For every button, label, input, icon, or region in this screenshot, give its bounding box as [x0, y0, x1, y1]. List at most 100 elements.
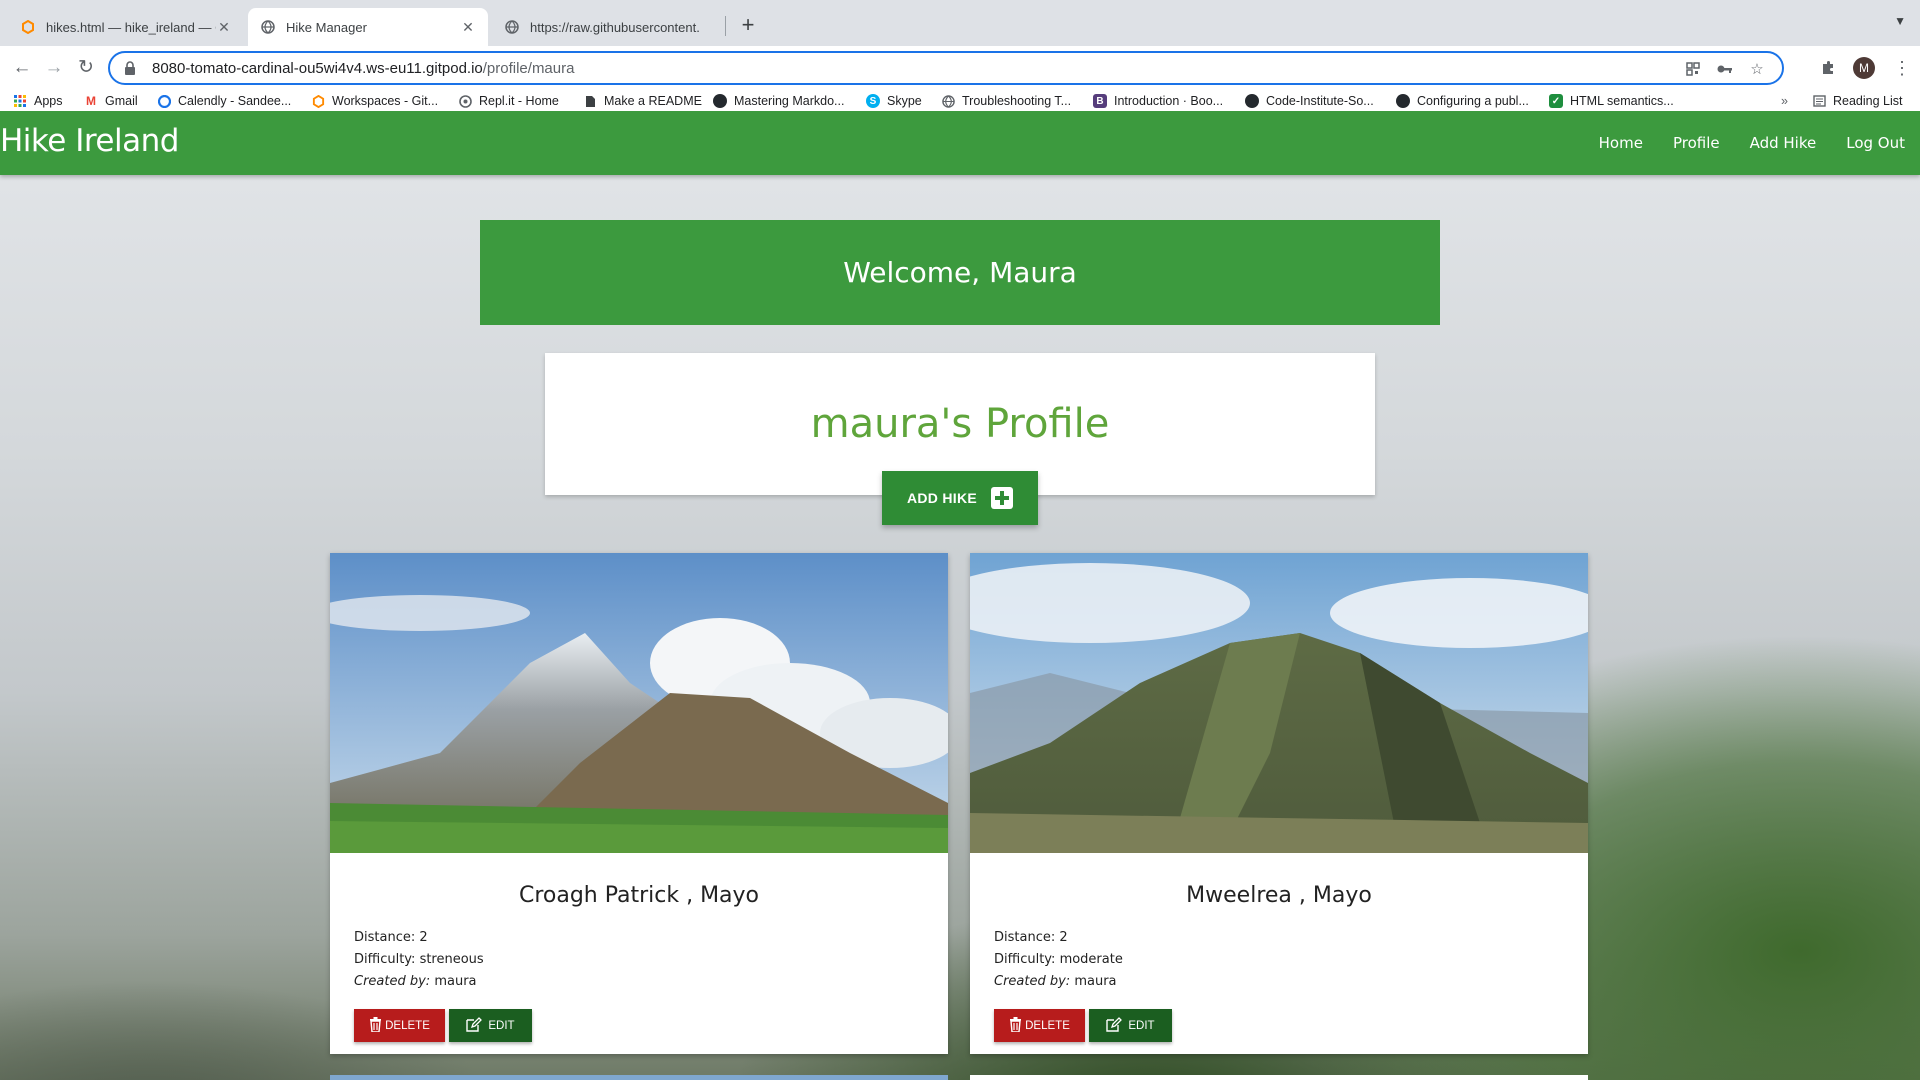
bookmark-label: Skype [887, 94, 922, 108]
back-button[interactable]: ← [8, 54, 36, 82]
hike-image-mweelrea [970, 553, 1588, 853]
bookmark-make-readme[interactable]: Make a README [583, 92, 702, 110]
new-tab-button[interactable]: + [735, 12, 761, 38]
distance-label: Distance: [994, 930, 1056, 945]
hike-image-croagh-patrick [330, 553, 948, 853]
gitpod-icon [311, 94, 325, 108]
bookmark-code-institute[interactable]: Code-Institute-So... [1245, 92, 1374, 110]
address-bar[interactable]: 8080-tomato-cardinal-ou5wi4v4.ws-eu11.gi… [108, 51, 1784, 85]
gitpod-icon [20, 19, 36, 35]
bookmark-label: Make a README [604, 94, 702, 108]
globe-icon [260, 19, 276, 35]
document-icon [583, 94, 597, 108]
bookmark-label: Mastering Markdo... [734, 94, 845, 108]
created-by-value: maura [434, 974, 477, 989]
close-icon[interactable]: ✕ [460, 19, 476, 35]
edit-button[interactable]: EDIT [449, 1009, 532, 1042]
page-viewport: Hike Ireland Home Profile Add Hike Log O… [0, 111, 1920, 1080]
reading-list-label: Reading List [1833, 94, 1903, 108]
plus-box-icon [991, 487, 1014, 509]
lock-icon[interactable] [124, 61, 138, 75]
add-hike-button[interactable]: ADD HIKE [882, 471, 1038, 525]
browser-toolbar: ← → ↻ 8080-tomato-cardinal-ou5wi4v4.ws-e… [0, 46, 1920, 90]
github-icon [713, 94, 727, 108]
bookmark-label: Troubleshooting T... [962, 94, 1072, 108]
edit-icon [466, 1016, 483, 1035]
distance-label: Distance: [354, 930, 416, 945]
bookmark-workspaces[interactable]: Workspaces - Git... [311, 92, 438, 110]
nav-home[interactable]: Home [1599, 134, 1643, 152]
hike-card-next-row [330, 1075, 948, 1080]
globe-icon [941, 94, 955, 108]
edit-button[interactable]: EDIT [1089, 1009, 1172, 1042]
tab-title: hikes.html — hike_ireland — Gi [46, 19, 216, 35]
site-navbar: Hike Ireland Home Profile Add Hike Log O… [0, 111, 1920, 175]
bookmark-troubleshooting[interactable]: Troubleshooting T... [941, 92, 1071, 110]
trash-icon [369, 1016, 382, 1035]
bookmark-calendly[interactable]: Calendly - Sandee... [157, 92, 291, 110]
delete-label: DELETE [1025, 1019, 1070, 1032]
nav-profile[interactable]: Profile [1673, 134, 1720, 152]
github-icon [1396, 94, 1410, 108]
bookmark-configuring-publish[interactable]: Configuring a publ... [1396, 92, 1529, 110]
created-by-label: Created by: [354, 974, 431, 989]
site-brand[interactable]: Hike Ireland [0, 123, 179, 159]
bookmark-gmail[interactable]: M Gmail [84, 92, 138, 110]
profile-title: maura's Profile [810, 401, 1110, 447]
menu-icon[interactable]: ⋮ [1893, 57, 1911, 79]
bookmark-mastering-markdown[interactable]: Mastering Markdo... [713, 92, 844, 110]
forward-button[interactable]: → [40, 54, 68, 82]
reading-list-button[interactable]: Reading List [1812, 92, 1903, 110]
close-icon[interactable]: ✕ [216, 19, 232, 35]
tab-separator [725, 16, 726, 36]
extensions-icon[interactable] [1820, 60, 1836, 81]
site-icon: ✓ [1549, 94, 1563, 108]
reading-list-icon [1812, 94, 1826, 108]
nav-add-hike[interactable]: Add Hike [1750, 134, 1817, 152]
tab-hike-manager[interactable]: Hike Manager ✕ [248, 8, 488, 46]
hike-name: Croagh Patrick , Mayo [518, 883, 760, 908]
difficulty-value: moderate [1059, 952, 1123, 967]
add-hike-label: ADD HIKE [906, 490, 978, 506]
bookmark-label: Apps [34, 94, 63, 108]
distance-value: 2 [419, 930, 428, 945]
created-by-value: maura [1074, 974, 1117, 989]
hike-name: Mweelrea , Mayo [1186, 883, 1372, 908]
reload-button[interactable]: ↻ [72, 54, 100, 82]
url-host: 8080-tomato-cardinal-ou5wi4v4.ws-eu11.gi… [152, 59, 483, 77]
replit-icon [458, 94, 472, 108]
nav-log-out[interactable]: Log Out [1846, 134, 1905, 152]
difficulty-label: Difficulty: [994, 952, 1056, 967]
bookmark-label: Configuring a publ... [1417, 94, 1529, 108]
hike-details: Distance: 2 Difficulty: streneous Create… [354, 927, 484, 993]
delete-button[interactable]: DELETE [994, 1009, 1085, 1042]
bookmark-label: Introduction · Boo... [1114, 94, 1224, 108]
calendly-icon [157, 94, 171, 108]
profile-avatar[interactable]: M [1853, 57, 1875, 79]
tab-raw-github[interactable]: https://raw.githubusercontent. [492, 8, 728, 46]
skype-icon: S [866, 94, 880, 108]
distance-value: 2 [1059, 930, 1068, 945]
key-icon[interactable] [1716, 60, 1734, 78]
hike-card-croagh-patrick: Croagh Patrick , Mayo Distance: 2 Diffic… [330, 553, 948, 1054]
bookmark-apps[interactable]: Apps [13, 92, 63, 110]
bookmark-label: Gmail [105, 94, 138, 108]
bookmark-label: Calendly - Sandee... [178, 94, 292, 108]
tab-title: https://raw.githubusercontent. [530, 19, 700, 35]
github-icon [1245, 94, 1259, 108]
star-icon[interactable]: ☆ [1748, 60, 1766, 78]
delete-button[interactable]: DELETE [354, 1009, 445, 1042]
qr-code-icon[interactable] [1684, 60, 1702, 78]
bookmark-label: Code-Institute-So... [1266, 94, 1374, 108]
globe-icon [504, 19, 520, 35]
tab-hikes-html[interactable]: hikes.html — hike_ireland — Gi ✕ [8, 8, 244, 46]
delete-label: DELETE [385, 1019, 430, 1032]
bookmarks-overflow-icon[interactable]: » [1781, 92, 1788, 110]
tab-search-icon[interactable]: ▼ [1894, 14, 1906, 28]
url-path: /profile/maura [482, 59, 575, 77]
hike-details: Distance: 2 Difficulty: moderate Created… [994, 927, 1123, 993]
bookmark-skype[interactable]: S Skype [866, 92, 922, 110]
bookmark-replit[interactable]: Repl.it - Home [458, 92, 559, 110]
bookmark-html-semantics[interactable]: ✓ HTML semantics... [1549, 92, 1674, 110]
bookmark-bootstrap-intro[interactable]: B Introduction · Boo... [1093, 92, 1223, 110]
